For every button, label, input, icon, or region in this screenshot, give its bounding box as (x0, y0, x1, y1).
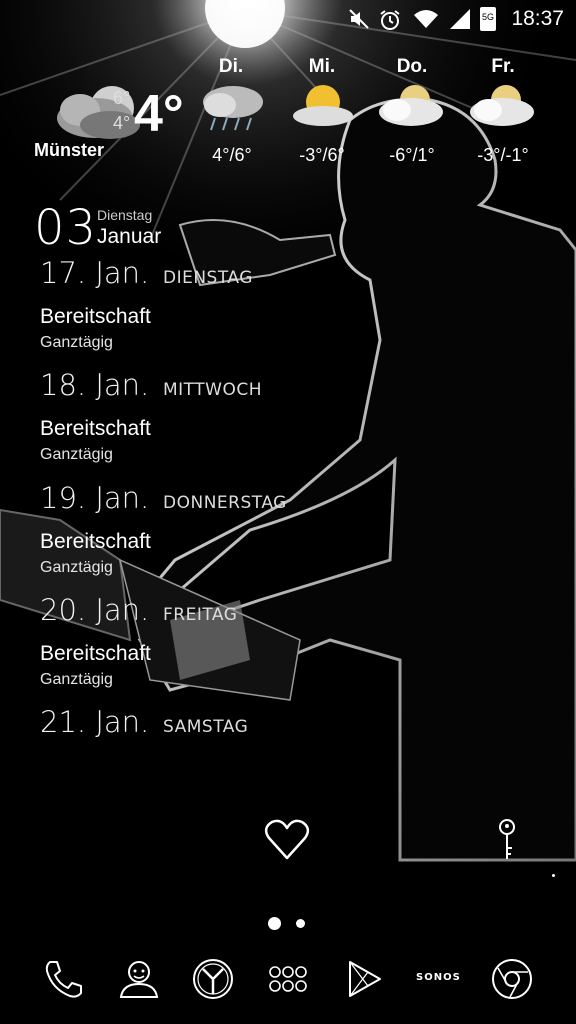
event-detail: Ganztägig (40, 671, 113, 688)
agenda-weekday: FREITAG (163, 605, 238, 625)
rain-cloud-icon (203, 86, 263, 131)
agenda-date: 20. Jan. (40, 593, 150, 627)
cloud-sun-icon (470, 85, 534, 126)
agenda-weekday: SAMSTAG (163, 717, 249, 737)
battery-icon: 5G (480, 7, 496, 31)
date-weekday: Dienstag (97, 207, 153, 223)
contacts-icon[interactable] (117, 957, 161, 1001)
event-detail: Ganztägig (40, 559, 113, 576)
cloud-sun-icon (379, 85, 443, 126)
agenda-weekday: MITTWOCH (163, 380, 262, 400)
alarm-icon (380, 10, 400, 30)
date-day-number: 03 (34, 200, 98, 256)
weather-low: 4° (113, 113, 131, 133)
chrome-icon[interactable] (490, 957, 534, 1001)
app-drawer-icon[interactable] (266, 957, 310, 1001)
weather-city: Münster (34, 140, 105, 160)
forecast-temps: -3°/-1° (477, 145, 529, 165)
heart-icon[interactable] (264, 818, 310, 862)
weather-high: 6° (113, 88, 131, 108)
event-title[interactable]: Bereitschaft (40, 305, 151, 329)
mute-icon (349, 9, 369, 29)
forecast-day-label: Do. (396, 56, 428, 77)
agenda-weekday: DIENSTAG (163, 268, 253, 288)
page-dot[interactable] (296, 919, 305, 928)
event-detail: Ganztägig (40, 334, 113, 351)
phone-icon[interactable] (42, 957, 86, 1001)
agenda-date: 18. Jan. (40, 368, 150, 402)
date-month: Januar (97, 225, 162, 248)
status-bar: 5G 18:37 (0, 0, 576, 40)
forecast-day-label: Di. (218, 56, 244, 77)
sun-cloud-icon (293, 85, 353, 126)
status-time: 18:37 (511, 7, 564, 30)
event-title[interactable]: Bereitschaft (40, 530, 151, 554)
agenda-date: 17. Jan. (40, 256, 150, 290)
forecast-day-label: Fr. (491, 56, 515, 77)
event-title[interactable]: Bereitschaft (40, 417, 151, 441)
wifi-icon (414, 10, 438, 28)
signal-icon (450, 9, 470, 29)
page-dot-active (268, 917, 281, 930)
agenda-date: 19. Jan. (40, 481, 150, 515)
battery-network-label: 5G (481, 12, 494, 22)
event-detail: Ganztägig (40, 446, 113, 463)
sonos-icon[interactable]: SONOS (416, 972, 461, 983)
forecast-day-label: Mi. (308, 56, 336, 77)
decorative-dot (552, 874, 555, 877)
weather-current-temp: 4° (134, 85, 184, 143)
event-title[interactable]: Bereitschaft (40, 642, 151, 666)
play-store-icon[interactable] (342, 957, 386, 1001)
key-icon[interactable] (495, 818, 519, 864)
agenda-date: 21. Jan. (40, 705, 150, 739)
clock-app-icon[interactable] (191, 957, 235, 1001)
agenda-weekday: DONNERSTAG (163, 493, 287, 513)
